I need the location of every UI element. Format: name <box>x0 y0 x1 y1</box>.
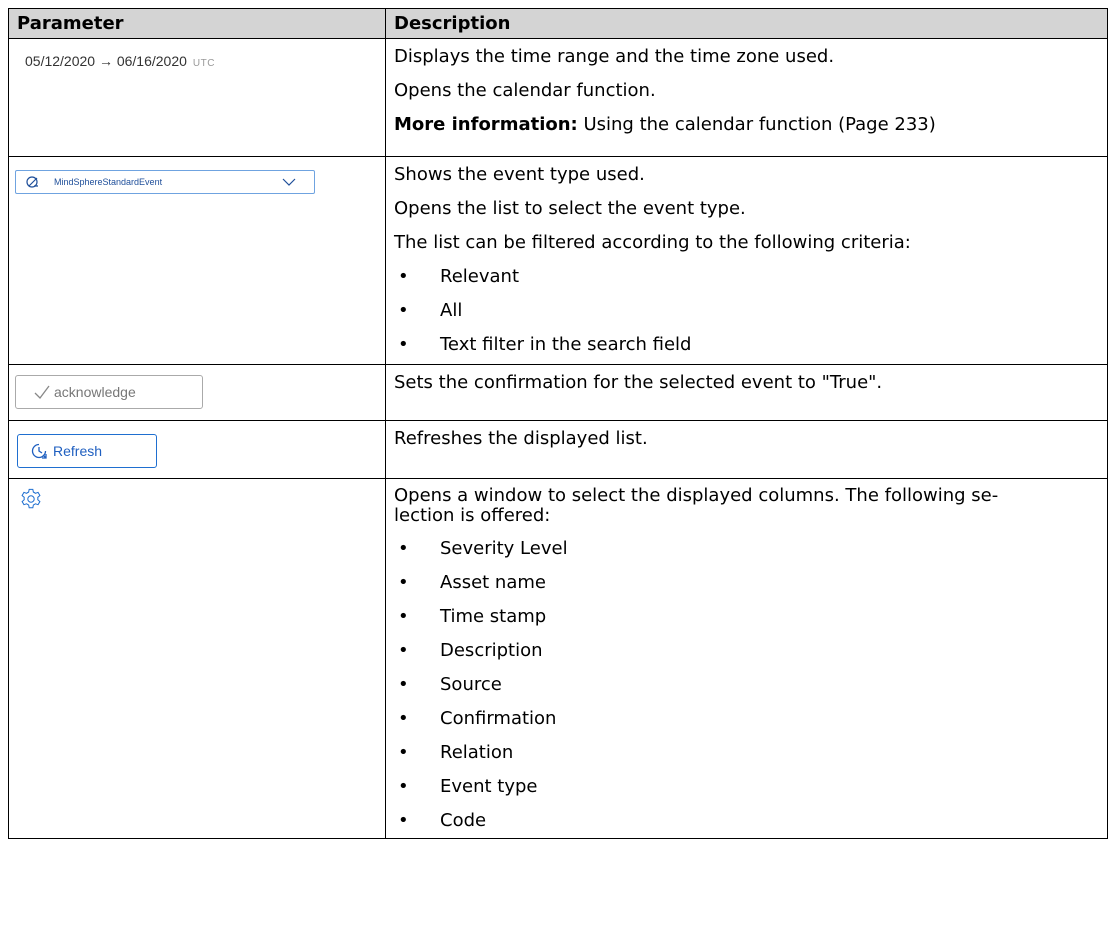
description-text: Shows the event type used. <box>394 164 645 185</box>
description-text: Refreshes the displayed list. <box>394 428 648 449</box>
header-description: Description <box>385 8 1108 39</box>
refresh-button-label: Refresh <box>53 443 103 459</box>
list-item: • All <box>398 300 463 321</box>
gear-icon[interactable] <box>20 488 42 510</box>
list-item-text: Description <box>440 640 543 661</box>
description-text: Displays the time range and the time zon… <box>394 46 835 67</box>
parameter-cell: acknowledge <box>8 364 386 421</box>
description-text: Opens the calendar function. <box>394 80 656 101</box>
header-parameter: Parameter <box>8 8 386 39</box>
refresh-button[interactable]: Refresh <box>17 434 157 468</box>
checkmark-icon <box>34 385 50 399</box>
list-item: • Confirmation <box>398 708 557 729</box>
table-row: Opens a window to select the displayed c… <box>8 478 1108 839</box>
table-row: Refresh Refreshes the displayed list. <box>8 420 1108 479</box>
timezone-label: UTC <box>192 58 215 69</box>
event-type-icon <box>26 176 38 188</box>
more-info-link[interactable]: Using the calendar function (Page 233) <box>578 114 935 135</box>
list-item-text: Relation <box>440 742 514 763</box>
list-item-text: Severity Level <box>440 538 568 559</box>
acknowledge-button-label: acknowledge <box>54 384 136 400</box>
list-item: • Source <box>398 674 502 695</box>
list-item-text: Event type <box>440 776 538 797</box>
parameter-cell: Refresh <box>8 420 386 479</box>
table-row: MindSphereStandardEvent Shows the event … <box>8 156 1108 365</box>
list-item: • Event type <box>398 776 538 797</box>
date-range-text: 05/12/2020 → 06/16/2020 <box>25 53 187 69</box>
refresh-icon <box>31 443 47 459</box>
list-item: • Asset name <box>398 572 546 593</box>
description-text: Opens a window to select the displayed c… <box>394 485 999 526</box>
list-item-text: Time stamp <box>440 606 547 627</box>
parameter-cell: 05/12/2020 → 06/16/2020 UTC <box>8 38 386 157</box>
event-type-select[interactable]: MindSphereStandardEvent <box>15 170 315 194</box>
acknowledge-button[interactable]: acknowledge <box>15 375 203 409</box>
list-item: • Text filter in the search field <box>398 334 692 355</box>
list-item-text: Text filter in the search field <box>440 334 692 355</box>
description-cell: Refreshes the displayed list. <box>385 420 1108 479</box>
table-row: acknowledge Sets the confirmation for th… <box>8 364 1108 421</box>
list-item-text: Code <box>440 810 487 831</box>
description-cell: Opens a window to select the displayed c… <box>385 478 1108 839</box>
list-item: • Description <box>398 640 543 661</box>
list-item: • Code <box>398 810 487 831</box>
list-item-text: Relevant <box>440 266 519 287</box>
description-cell: Shows the event type used. Opens the lis… <box>385 156 1108 365</box>
more-info-label: More information: <box>394 114 578 135</box>
list-item: • Relation <box>398 742 514 763</box>
parameter-table: Parameter Description 05/12/2020 → 06/16… <box>8 8 1108 839</box>
table-row: 05/12/2020 → 06/16/2020 UTC Displays the … <box>8 38 1108 157</box>
parameter-cell: MindSphereStandardEvent <box>8 156 386 365</box>
list-item-text: Confirmation <box>440 708 557 729</box>
description-cell: Sets the confirmation for the selected e… <box>385 364 1108 421</box>
description-text: Sets the confirmation for the selected e… <box>394 372 883 393</box>
date-range-picker[interactable]: 05/12/2020 → 06/16/2020 UTC <box>9 39 385 69</box>
more-info-text: More information: Using the calendar fun… <box>386 108 1107 142</box>
description-cell: Displays the time range and the time zon… <box>385 38 1108 157</box>
event-type-select-label: MindSphereStandardEvent <box>54 177 163 187</box>
list-item-text: Source <box>440 674 502 695</box>
parameter-cell <box>8 478 386 839</box>
list-item: • Time stamp <box>398 606 547 627</box>
list-item: • Relevant <box>398 266 519 287</box>
list-item: • Severity Level <box>398 538 568 559</box>
description-text: Opens the list to select the event type. <box>394 198 746 219</box>
list-item-text: Asset name <box>440 572 546 593</box>
description-text: The list can be filtered according to th… <box>394 232 911 253</box>
list-item-text: All <box>440 300 463 321</box>
chevron-down-icon <box>282 178 296 186</box>
